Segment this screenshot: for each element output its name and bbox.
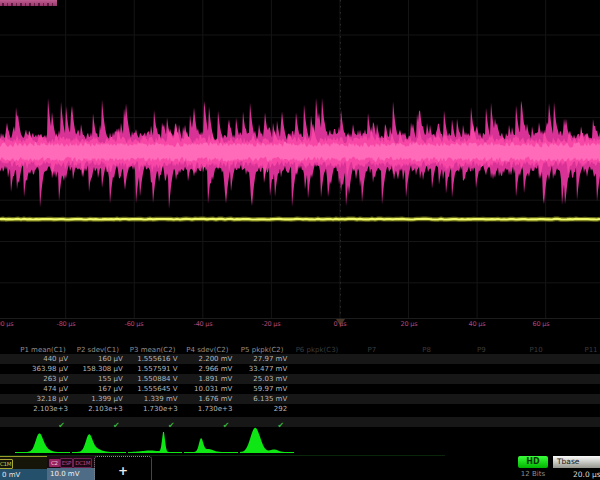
axis-label-5: 0 µs [334,320,347,328]
meas-col-header: P8 [399,346,455,354]
hd-badge: HD [518,456,548,468]
clipped-badge-text [2,3,53,6]
meas-value: 263 µV [43,375,68,383]
meas-col-11[interactable]: P11 [563,344,600,430]
axis-label-6: 20 µs [401,320,418,328]
c2-coupling-chip: DC1M [73,458,92,468]
meas-col-6[interactable]: P6 pkpk(C3) [289,344,345,430]
meas-status-check: ✔ [168,422,175,430]
meas-value: 59.97 mV [253,385,287,393]
meas-value: 1.555645 V [137,385,177,393]
meas-value: 1.676 mV [199,395,233,403]
oscilloscope-screen: -100 µs -80 µs -60 µs -40 µs -20 µs 0 µs 20 µs… [0,0,600,480]
axis-label-4: -20 µs [261,320,280,328]
add-trace-box[interactable]: + [94,456,152,480]
meas-col-9[interactable]: P9 [453,344,509,430]
meas-value: 6.135 mV [253,395,287,403]
meas-col-header: P3 mean(C2) [125,346,181,354]
meas-col-10[interactable]: P10 [508,344,564,430]
meas-value: 2.200 mV [199,355,233,363]
c2-esp-chip: ESP [60,458,73,468]
meas-value: 10.031 mV [194,385,232,393]
meas-value: 32.18 µV [36,395,68,403]
meas-col-8[interactable]: P8 [399,344,455,430]
axis-label-7: 40 µs [469,320,486,328]
meas-col-5[interactable]: P5 pkpk(C2)27.97 mV 33.477 mV 25.03 mV 59.9… [234,344,290,430]
meas-col-4[interactable]: P4 sdev(C2)2.200 mV 2.966 mV 1.891 mV 10.03… [179,344,235,430]
meas-status-check: ✔ [223,422,230,430]
meas-value: 1.891 mV [199,375,233,383]
meas-value: 474 µV [43,385,68,393]
meas-value: 25.03 mV [253,375,287,383]
timebase-value: 20.0 µs/div [573,470,600,479]
meas-col-header: P2 sdev(C1) [70,346,126,354]
meas-value: 158.308 µV [82,365,122,373]
axis-label-3: -40 µs [193,320,212,328]
meas-value: 155 µV [98,375,123,383]
meas-status-check: ✔ [113,422,120,430]
time-axis: -100 µs -80 µs -60 µs -40 µs -20 µs 0 µs 20 µs… [0,320,600,332]
meas-value: 1.730e+3 [198,405,233,413]
histicon-p1 [15,433,70,453]
meas-value: 2.103e+3 [33,405,68,413]
meas-col-2[interactable]: P2 sdev(C1)160 µV 158.308 µV 155 µV 167 µV 1… [70,344,126,430]
meas-col-header: P1 mean(C1) [15,346,71,354]
channel-c1-descriptor[interactable]: DC1M 0 mV [0,456,49,480]
meas-status-check: ✔ [58,422,65,430]
axis-label-8: 60 µs [533,320,550,328]
meas-value: 1.399 µV [91,395,123,403]
meas-col-3[interactable]: P3 mean(C2)1.555616 V 1.557591 V 1.550884 … [125,344,181,430]
channel-c2-descriptor[interactable]: C2ESPDC1M 10.0 mV [47,456,95,480]
plus-icon: + [118,464,128,478]
meas-col-header: P9 [453,346,509,354]
meas-value: 292 [274,405,287,413]
meas-value: 1.550884 V [137,375,177,383]
meas-status-check: ✔ [277,422,284,430]
meas-col-1[interactable]: P1 mean(C1)440 µV 363.98 µV 263 µV 474 µV 32… [15,344,71,430]
meas-col-header: P11 [563,346,600,354]
meas-col-header: P10 [508,346,564,354]
c1-coupling-chip: DC1M [0,459,13,469]
meas-col-header: P4 sdev(C2) [179,346,235,354]
histicon-p5 [240,428,294,453]
measurement-table[interactable]: P1 mean(C1)440 µV 363.98 µV 263 µV 474 µV 32… [0,344,600,430]
meas-value: 1.557591 V [137,365,177,373]
meas-value: 1.555616 V [137,355,177,363]
meas-value: 1.339 mV [144,395,178,403]
meas-value: 363.98 µV [32,365,68,373]
c2-scale-value: 10.0 mV [50,470,79,478]
axis-label-2: -60 µs [124,320,143,328]
top-left-clipped-badge [0,0,57,6]
meas-value: 27.97 mV [253,355,287,363]
histicon-p3 [128,432,182,453]
meas-col-header: P5 pkpk(C2) [234,346,290,354]
meas-value: 1.730e+3 [143,405,178,413]
meas-value: 167 µV [98,385,123,393]
hd-bits-label: 12 Bits [514,470,552,478]
histicon-p4 [184,438,238,453]
c2-label-chip: C2 [49,459,60,467]
meas-value: 440 µV [43,355,68,363]
c1-scale-value: 0 mV [2,471,20,479]
meas-value: 2.966 mV [199,365,233,373]
timebase-box[interactable]: Tbase [553,456,600,468]
meas-col-header: P7 [344,346,400,354]
axis-label-0: -100 µs [0,320,13,328]
meas-value: 160 µV [98,355,123,363]
meas-col-header: P6 pkpk(C3) [289,346,345,354]
meas-value: 33.477 mV [249,365,287,373]
axis-label-1: -80 µs [56,320,75,328]
meas-value: 2.103e+3 [88,405,123,413]
histicon-p2 [72,434,126,453]
meas-col-7[interactable]: P7 [344,344,400,430]
